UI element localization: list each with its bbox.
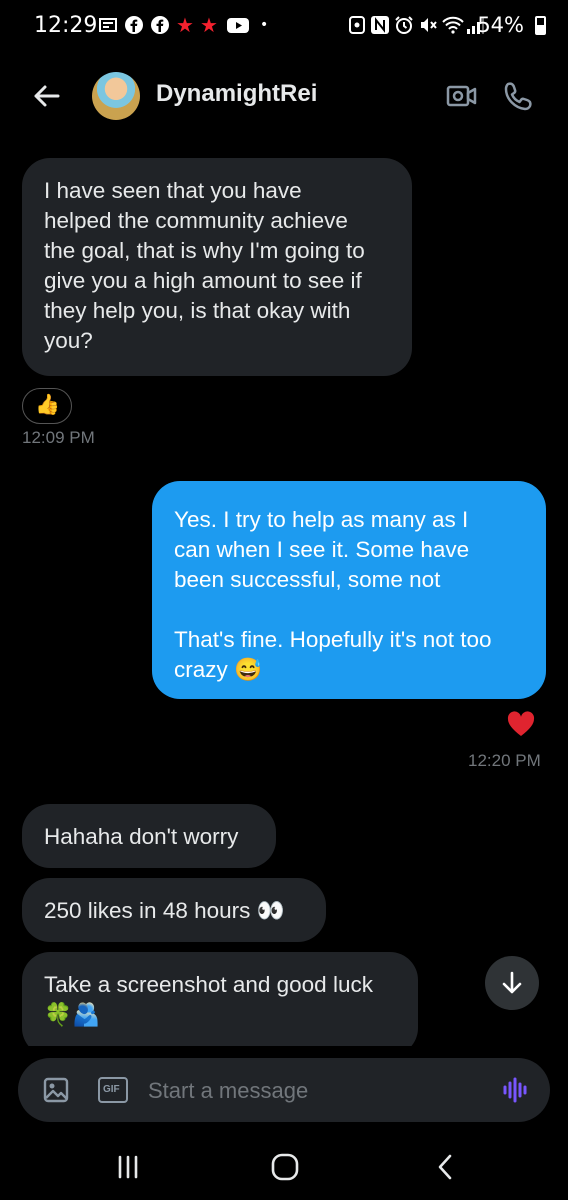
contact-name[interactable]: DynamightRei <box>156 80 317 108</box>
phone-call-icon[interactable] <box>500 78 536 114</box>
heart-reaction-icon[interactable] <box>506 710 536 740</box>
battery-percentage: 54% <box>477 13 524 37</box>
youtube-icon <box>226 15 250 41</box>
message-timestamp: 12:09 PM <box>22 428 95 447</box>
back-arrow-icon[interactable] <box>28 78 64 114</box>
message-text-line: Hahaha don't worry <box>44 824 239 849</box>
nfc-icon <box>370 15 390 41</box>
status-bar: 12:29 ★ ★ • 54% <box>0 0 568 56</box>
message-timestamp: 12:20 PM <box>468 751 541 770</box>
message-bubble-received[interactable]: Take a screenshot and good luck 🍀🫂 <box>22 952 418 1056</box>
message-bubble-received[interactable]: Hahaha don't worry <box>22 804 276 868</box>
reaction-badge[interactable]: 👍 <box>22 388 72 424</box>
message-input[interactable] <box>146 1072 480 1110</box>
message-text-line: I have seen that you have <box>44 178 302 203</box>
message-bubble-received[interactable]: I have seen that you have helped the com… <box>22 158 412 376</box>
message-text-line: you? <box>44 328 93 353</box>
avatar[interactable] <box>92 72 140 120</box>
image-icon[interactable] <box>42 1076 70 1104</box>
gif-button[interactable]: GIF <box>98 1077 128 1103</box>
alarm-icon <box>394 15 414 41</box>
star-icon: ★ <box>176 13 194 37</box>
message-text-line: 250 likes in 48 hours 👀 <box>44 898 285 923</box>
status-time: 12:29 <box>34 13 98 38</box>
thumbs-up-reaction: 👍 <box>35 392 60 416</box>
message-composer: GIF <box>18 1058 550 1122</box>
video-call-icon[interactable] <box>444 78 480 114</box>
arrow-down-icon <box>502 971 522 994</box>
gif-label: GIF <box>103 1084 120 1095</box>
notification-icon <box>98 15 118 41</box>
voice-message-icon[interactable] <box>500 1074 532 1106</box>
message-text-line: Take a screenshot and good luck <box>44 972 373 997</box>
message-text-line: 🍀🫂 <box>44 1002 101 1027</box>
facebook-icon <box>124 15 144 41</box>
message-text-line: can when I see it. Some have <box>174 537 470 562</box>
message-text-line: give you a high amount to see if <box>44 268 362 293</box>
conversation-header: DynamightRei <box>0 60 568 134</box>
back-icon[interactable] <box>432 1152 460 1182</box>
message-text-line: Yes. I try to help as many as I <box>174 507 469 532</box>
mute-icon <box>418 15 438 41</box>
more-notifications-dot-icon: • <box>260 17 269 33</box>
battery-icon <box>535 16 546 35</box>
message-text-line: helped the community achieve <box>44 208 348 233</box>
message-text-line <box>174 595 524 625</box>
message-text-line: That's fine. Hopefully it's not too <box>174 627 492 652</box>
lock-icon <box>348 15 366 41</box>
home-icon[interactable] <box>270 1152 300 1182</box>
star-icon-2: ★ <box>200 13 218 37</box>
scroll-to-bottom-button[interactable] <box>485 956 539 1010</box>
system-navigation-bar <box>0 1134 568 1200</box>
message-text-line: the goal, that is why I'm going to <box>44 238 365 263</box>
message-text-line: been successful, some not <box>174 567 441 592</box>
message-bubble-received[interactable]: 250 likes in 48 hours 👀 <box>22 878 326 942</box>
facebook-icon-2 <box>150 15 170 41</box>
message-bubble-sent[interactable]: Yes. I try to help as many as I can when… <box>152 481 546 699</box>
message-text-line: they help you, is that okay with <box>44 298 351 323</box>
recent-apps-icon[interactable] <box>114 1154 142 1180</box>
wifi-icon <box>442 15 464 41</box>
message-text-line: crazy 😅 <box>174 657 263 682</box>
